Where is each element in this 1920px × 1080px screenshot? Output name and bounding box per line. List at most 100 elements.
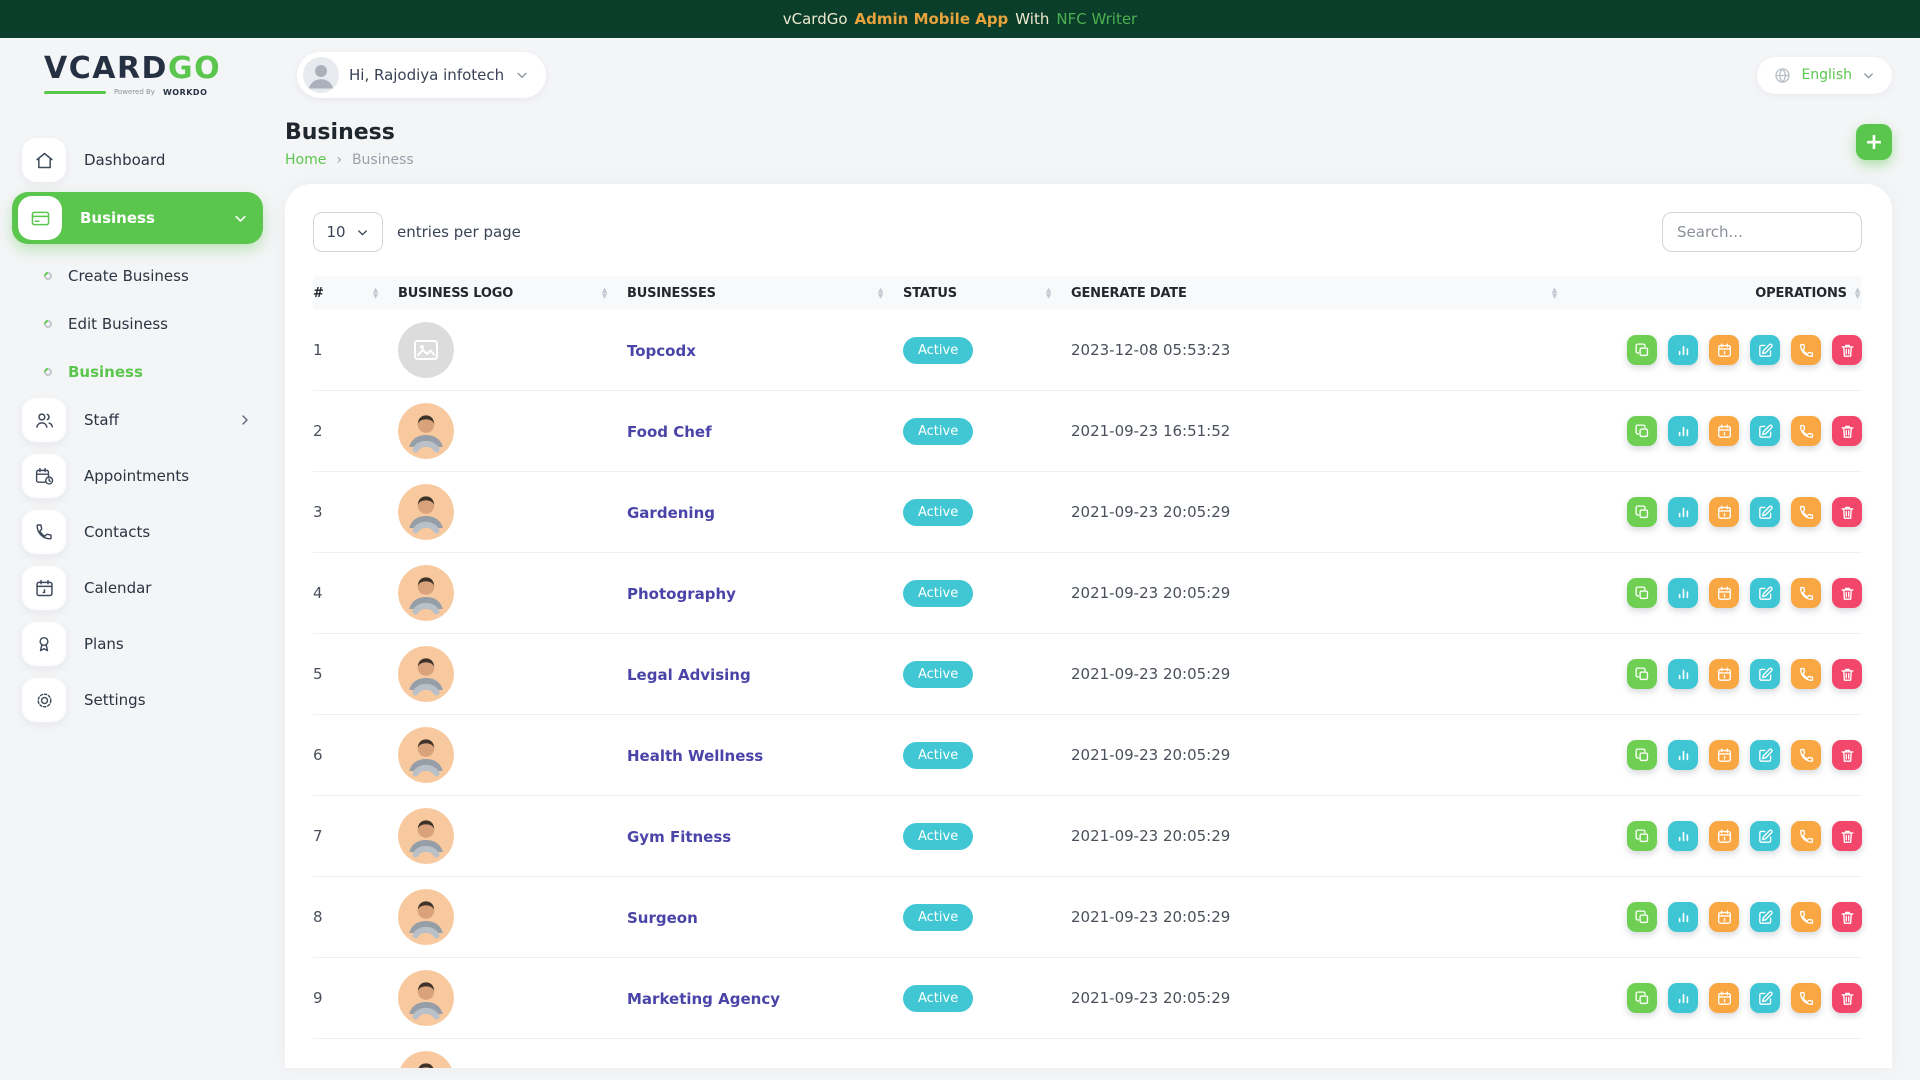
contact-button[interactable] bbox=[1791, 902, 1821, 933]
sidebar-item-plans[interactable]: Plans bbox=[12, 620, 263, 668]
copy-button[interactable] bbox=[1627, 416, 1657, 447]
business-name-link[interactable]: Photography bbox=[627, 585, 736, 603]
contact-button[interactable] bbox=[1791, 821, 1821, 852]
business-name-link[interactable]: Marketing Agency bbox=[627, 990, 780, 1008]
contact-button[interactable] bbox=[1791, 497, 1821, 528]
calendar-button[interactable] bbox=[1709, 659, 1739, 690]
calendar-button[interactable] bbox=[1709, 578, 1739, 609]
copy-button[interactable] bbox=[1627, 659, 1657, 690]
sidebar-item-staff[interactable]: Staff bbox=[12, 396, 263, 444]
business-name-link[interactable]: Gardening bbox=[627, 504, 715, 522]
calendar-small-icon bbox=[1716, 423, 1733, 440]
column-header-[interactable]: # ▲ ▼ bbox=[313, 276, 398, 310]
contact-button[interactable] bbox=[1791, 578, 1821, 609]
analytics-button[interactable] bbox=[1668, 983, 1698, 1014]
search-input[interactable] bbox=[1662, 212, 1862, 253]
delete-button[interactable] bbox=[1832, 902, 1862, 933]
business-name-link[interactable]: Surgeon bbox=[627, 909, 698, 927]
entries-per-page-select[interactable]: 10 bbox=[313, 212, 383, 253]
delete-button[interactable] bbox=[1832, 659, 1862, 690]
copy-button[interactable] bbox=[1627, 335, 1657, 366]
copy-button[interactable] bbox=[1627, 902, 1657, 933]
sidebar-subitem-business[interactable]: Business bbox=[12, 348, 263, 396]
analytics-button[interactable] bbox=[1668, 821, 1698, 852]
column-header-generate-date[interactable]: GENERATE DATE ▲ ▼ bbox=[1071, 276, 1577, 310]
business-name-link[interactable]: Gym Fitness bbox=[627, 828, 731, 846]
sidebar-subitem-edit-business[interactable]: Edit Business bbox=[12, 300, 263, 348]
analytics-button[interactable] bbox=[1668, 902, 1698, 933]
edit-button[interactable] bbox=[1750, 497, 1780, 528]
column-header-operations[interactable]: OPERATIONS ▲ ▼ bbox=[1577, 276, 1862, 310]
contact-button[interactable] bbox=[1791, 335, 1821, 366]
status-badge[interactable]: Active bbox=[903, 903, 974, 931]
contact-button[interactable] bbox=[1791, 416, 1821, 447]
add-business-button[interactable]: + bbox=[1856, 124, 1892, 160]
edit-button[interactable] bbox=[1750, 902, 1780, 933]
analytics-button[interactable] bbox=[1668, 416, 1698, 447]
sidebar-item-business[interactable]: Business bbox=[12, 192, 263, 244]
phone-small-icon bbox=[1798, 747, 1815, 764]
delete-button[interactable] bbox=[1832, 983, 1862, 1014]
app-logo[interactable]: VCARDGO Powered By WORKDO bbox=[0, 53, 285, 97]
edit-button[interactable] bbox=[1750, 983, 1780, 1014]
business-name-link[interactable]: Legal Advising bbox=[627, 666, 751, 684]
calendar-button[interactable] bbox=[1709, 902, 1739, 933]
calendar-button[interactable] bbox=[1709, 416, 1739, 447]
analytics-button[interactable] bbox=[1668, 578, 1698, 609]
calendar-button[interactable] bbox=[1709, 983, 1739, 1014]
column-header-businesses[interactable]: BUSINESSES ▲ ▼ bbox=[627, 276, 903, 310]
delete-button[interactable] bbox=[1832, 578, 1862, 609]
copy-button[interactable] bbox=[1627, 740, 1657, 771]
status-badge[interactable]: Active bbox=[903, 498, 974, 526]
delete-button[interactable] bbox=[1832, 821, 1862, 852]
status-badge[interactable]: Active bbox=[903, 822, 974, 850]
language-label: English bbox=[1801, 67, 1852, 83]
edit-button[interactable] bbox=[1750, 659, 1780, 690]
contact-button[interactable] bbox=[1791, 659, 1821, 690]
delete-button[interactable] bbox=[1832, 416, 1862, 447]
chevron-down-icon bbox=[355, 225, 370, 240]
contact-button[interactable] bbox=[1791, 740, 1821, 771]
copy-button[interactable] bbox=[1627, 497, 1657, 528]
business-name-link[interactable]: Topcodx bbox=[627, 342, 696, 360]
contact-button[interactable] bbox=[1791, 983, 1821, 1014]
sidebar-item-dashboard[interactable]: Dashboard bbox=[12, 136, 263, 184]
sidebar-item-settings[interactable]: Settings bbox=[12, 676, 263, 724]
breadcrumb-home-link[interactable]: Home bbox=[285, 152, 326, 168]
delete-button[interactable] bbox=[1832, 740, 1862, 771]
calendar-button[interactable] bbox=[1709, 740, 1739, 771]
edit-button[interactable] bbox=[1750, 578, 1780, 609]
status-badge[interactable]: Active bbox=[903, 417, 974, 445]
analytics-button[interactable] bbox=[1668, 335, 1698, 366]
business-name-link[interactable]: Food Chef bbox=[627, 423, 712, 441]
analytics-button[interactable] bbox=[1668, 659, 1698, 690]
business-name-link[interactable]: Health Wellness bbox=[627, 747, 763, 765]
copy-button[interactable] bbox=[1627, 983, 1657, 1014]
edit-button[interactable] bbox=[1750, 335, 1780, 366]
calendar-button[interactable] bbox=[1709, 497, 1739, 528]
status-badge[interactable]: Active bbox=[903, 660, 974, 688]
copy-button[interactable] bbox=[1627, 821, 1657, 852]
copy-button[interactable] bbox=[1627, 578, 1657, 609]
sidebar-item-calendar[interactable]: Calendar bbox=[12, 564, 263, 612]
status-badge[interactable]: Active bbox=[903, 579, 974, 607]
calendar-button[interactable] bbox=[1709, 821, 1739, 852]
delete-button[interactable] bbox=[1832, 335, 1862, 366]
status-badge[interactable]: Active bbox=[903, 336, 974, 364]
analytics-button[interactable] bbox=[1668, 497, 1698, 528]
user-menu[interactable]: Hi, Rajodiya infotech bbox=[297, 52, 547, 98]
calendar-button[interactable] bbox=[1709, 335, 1739, 366]
sidebar-item-contacts[interactable]: Contacts bbox=[12, 508, 263, 556]
edit-button[interactable] bbox=[1750, 740, 1780, 771]
analytics-button[interactable] bbox=[1668, 740, 1698, 771]
column-header-business-logo[interactable]: BUSINESS LOGO ▲ ▼ bbox=[398, 276, 627, 310]
edit-button[interactable] bbox=[1750, 821, 1780, 852]
delete-button[interactable] bbox=[1832, 497, 1862, 528]
sidebar-subitem-create-business[interactable]: Create Business bbox=[12, 252, 263, 300]
edit-button[interactable] bbox=[1750, 416, 1780, 447]
status-badge[interactable]: Active bbox=[903, 984, 974, 1012]
column-header-status[interactable]: STATUS ▲ ▼ bbox=[903, 276, 1071, 310]
status-badge[interactable]: Active bbox=[903, 741, 974, 769]
language-selector[interactable]: English bbox=[1757, 56, 1892, 94]
sidebar-item-appointments[interactable]: Appointments bbox=[12, 452, 263, 500]
